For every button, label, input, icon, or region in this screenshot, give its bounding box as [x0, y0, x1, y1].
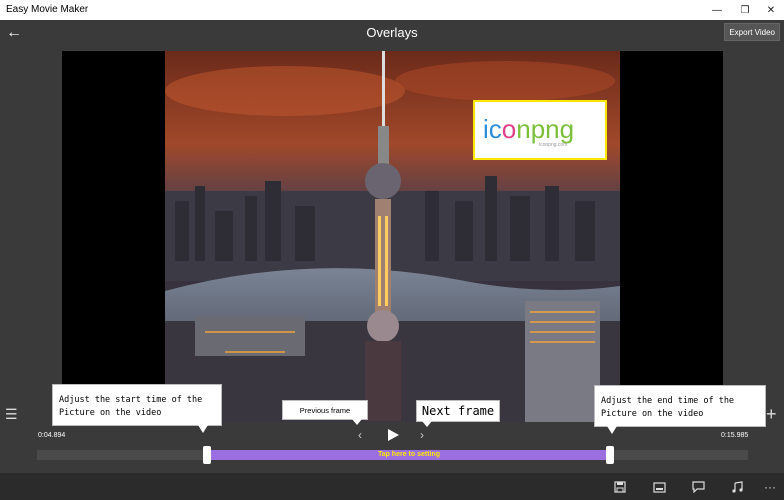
save-icon[interactable] [612, 479, 628, 495]
start-tooltip-line1: Adjust the start time of the [59, 395, 203, 405]
app-title: Easy Movie Maker [6, 4, 89, 15]
caption-icon[interactable] [651, 479, 667, 495]
start-tooltip-line2: Picture on the video [59, 408, 162, 418]
next-frame-tooltip: Next frame [416, 400, 500, 422]
overlay-logo: iconpng [483, 114, 575, 144]
start-tooltip-tail [198, 425, 208, 433]
music-icon[interactable] [729, 479, 745, 495]
window-titlebar: Easy Movie Maker — ❐ ✕ [0, 0, 784, 20]
export-video-button[interactable]: Export Video [724, 23, 780, 41]
previous-frame-button[interactable]: ‹ [358, 428, 362, 442]
next-frame-button[interactable]: › [420, 428, 424, 442]
overlay-logo-sub: iconpng.com [539, 142, 568, 148]
end-time-tooltip: Adjust the end time of the Picture on th… [594, 385, 766, 427]
add-icon[interactable]: + [766, 404, 777, 425]
bottom-app-bar: ··· [0, 473, 784, 500]
restore-button[interactable]: ❐ [731, 0, 759, 20]
page-header: ← Overlays Export Video [0, 20, 784, 46]
start-time-tooltip: Adjust the start time of the Picture on … [52, 384, 222, 426]
close-button[interactable]: ✕ [757, 0, 784, 20]
start-time-label: 0:04.894 [38, 432, 66, 439]
end-time-label: 0:15.985 [721, 432, 749, 439]
picture-overlay[interactable]: iconpng iconpng.com [473, 100, 607, 160]
end-tooltip-line1: Adjust the end time of the [601, 396, 735, 406]
minimize-button[interactable]: — [703, 0, 731, 20]
end-tooltip-tail [607, 426, 617, 434]
comment-icon[interactable] [690, 479, 706, 495]
next-tooltip-tail [422, 421, 432, 427]
page-title: Overlays [366, 25, 418, 40]
end-tooltip-line2: Picture on the video [601, 409, 704, 419]
previous-frame-tooltip: Previous frame [282, 400, 368, 420]
start-handle[interactable] [203, 446, 211, 464]
list-icon[interactable]: ☰ [5, 406, 18, 423]
overlay-range[interactable]: Tap here to setting [208, 450, 610, 460]
end-handle[interactable] [606, 446, 614, 464]
more-icon[interactable]: ··· [762, 479, 778, 495]
play-icon[interactable] [386, 428, 400, 442]
prev-tooltip-tail [352, 419, 362, 425]
